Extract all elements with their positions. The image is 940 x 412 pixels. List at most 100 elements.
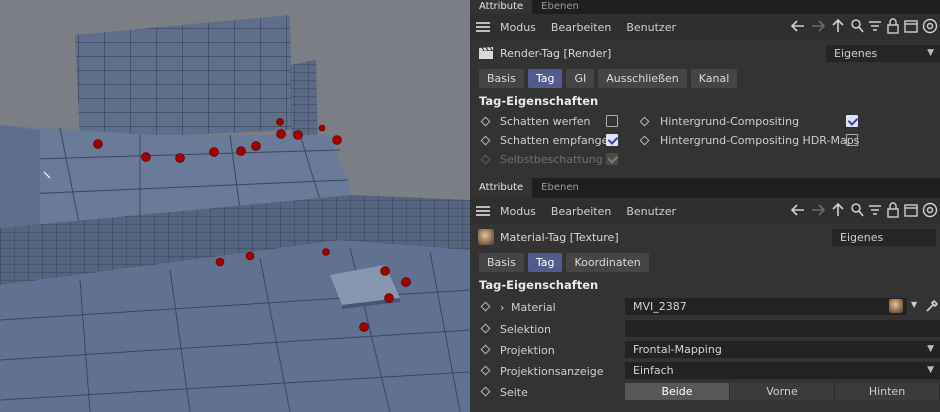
label-schatten-werfen: Schatten werfen	[500, 115, 591, 128]
render-tag-panel: Attribute Ebenen Modus Bearbeiten Benutz…	[470, 0, 940, 178]
checkbox-schatten-empfangen[interactable]	[606, 134, 618, 146]
panel-tabbar: Attribute Ebenen	[470, 178, 940, 198]
menu-benutzer[interactable]: Benutzer	[626, 21, 676, 34]
hamburger-icon[interactable]	[476, 22, 490, 32]
label-projektionsanzeige: Projektionsanzeige	[500, 365, 604, 378]
arrow-up-icon[interactable]	[830, 18, 846, 34]
chevron-down-icon: ▼	[927, 365, 934, 375]
arrow-left-icon[interactable]	[790, 202, 806, 218]
material-value: MVI_2387	[633, 300, 687, 313]
label-schatten-empfangen: Schatten empfangen	[500, 134, 616, 147]
mode-dropdown-value: Eigenes	[834, 47, 878, 60]
mode-dropdown[interactable]: Eigenes	[832, 229, 936, 246]
menu-modus[interactable]: Modus	[500, 21, 536, 34]
target-icon[interactable]	[922, 202, 938, 218]
label-material: Material	[511, 301, 556, 314]
seite-option-vorne[interactable]: Vorne	[730, 383, 835, 400]
checkbox-hintergrund-compositing[interactable]	[846, 115, 858, 127]
section-title: Tag-Eigenschaften	[479, 278, 599, 292]
filter-icon[interactable]	[868, 202, 882, 218]
menu-modus[interactable]: Modus	[500, 205, 536, 218]
subtab-kanal[interactable]: Kanal	[690, 68, 738, 88]
prop-row-seite: Seite Beide Vorne Hinten	[470, 381, 940, 402]
subtab-koordinaten[interactable]: Koordinaten	[566, 252, 649, 272]
arrow-right-icon[interactable]	[810, 202, 826, 218]
seite-segmented-control: Beide Vorne Hinten	[625, 383, 940, 400]
mode-dropdown-value: Eigenes	[840, 231, 884, 244]
keyframe-diamond-icon[interactable]	[639, 116, 650, 127]
3d-viewport[interactable]	[0, 0, 470, 412]
expand-arrow-icon[interactable]: ›	[500, 301, 504, 314]
target-icon[interactable]	[922, 18, 938, 34]
label-hintergrund-compositing: Hintergrund-Compositing	[660, 115, 800, 128]
object-row: Render-Tag [Render] Eigenes ▼	[470, 40, 940, 66]
menubar: Modus Bearbeiten Benutzer	[470, 14, 940, 40]
filter-icon[interactable]	[868, 18, 882, 34]
subtab-basis[interactable]: Basis	[479, 68, 524, 88]
tab-attribute[interactable]: Attribute	[470, 178, 533, 198]
search-icon[interactable]	[850, 18, 864, 34]
subtab-ausschliessen[interactable]: Ausschließen	[598, 68, 687, 88]
object-title: Material-Tag [Texture]	[500, 230, 619, 244]
seite-option-hinten[interactable]: Hinten	[835, 383, 940, 400]
arrow-left-icon[interactable]	[790, 18, 806, 34]
selektion-input[interactable]	[625, 320, 940, 337]
clapperboard-icon	[479, 46, 494, 59]
new-panel-icon[interactable]	[904, 18, 918, 34]
attribute-subtabs: Basis Tag GI Ausschließen Kanal	[470, 66, 940, 90]
menu-bearbeiten[interactable]: Bearbeiten	[551, 205, 611, 218]
menu-bearbeiten[interactable]: Bearbeiten	[551, 21, 611, 34]
object-row: Material-Tag [Texture] Eigenes	[470, 224, 940, 250]
eyedropper-icon[interactable]	[924, 298, 940, 314]
keyframe-diamond-icon[interactable]	[639, 135, 650, 146]
subtab-tag[interactable]: Tag	[527, 68, 563, 88]
subtab-tag[interactable]: Tag	[527, 252, 563, 272]
prop-row-material: › Material MVI_2387 ▼	[470, 296, 940, 318]
tab-ebenen[interactable]: Ebenen	[532, 0, 588, 14]
arrow-right-icon[interactable]	[810, 18, 826, 34]
subtab-basis[interactable]: Basis	[479, 252, 524, 272]
projektion-dropdown[interactable]: Frontal-Mapping ▼	[625, 341, 940, 358]
label-selbstbeschattung: Selbstbeschattung	[500, 153, 603, 166]
menu-benutzer[interactable]: Benutzer	[626, 205, 676, 218]
chevron-down-icon: ▼	[927, 344, 934, 354]
keyframe-diamond-icon[interactable]	[480, 135, 491, 146]
tab-attribute[interactable]: Attribute	[470, 0, 533, 14]
chevron-down-icon[interactable]: ▼	[911, 300, 917, 309]
lock-icon[interactable]	[886, 202, 900, 218]
label-projektion: Projektion	[500, 344, 555, 357]
material-link-field[interactable]: MVI_2387	[625, 298, 907, 315]
checkbox-schatten-werfen[interactable]	[606, 115, 618, 127]
new-panel-icon[interactable]	[904, 202, 918, 218]
panel-tabbar: Attribute Ebenen	[470, 0, 940, 14]
material-tag-panel: Attribute Ebenen Modus Bearbeiten Benutz…	[470, 178, 940, 412]
search-icon[interactable]	[850, 202, 864, 218]
keyframe-diamond-icon[interactable]	[480, 301, 491, 312]
keyframe-diamond-icon[interactable]	[480, 344, 491, 355]
label-seite: Seite	[500, 386, 528, 399]
mode-dropdown[interactable]: Eigenes ▼	[826, 45, 940, 62]
projektionsanzeige-dropdown[interactable]: Einfach ▼	[625, 362, 940, 379]
projektion-value: Frontal-Mapping	[633, 343, 722, 356]
tab-ebenen[interactable]: Ebenen	[532, 178, 588, 198]
keyframe-diamond-icon[interactable]	[480, 365, 491, 376]
prop-row-empfangen: Schatten empfangen Hintergrund-Compositi…	[470, 131, 940, 150]
hamburger-icon[interactable]	[476, 206, 490, 216]
prop-row-projektionsanzeige: Projektionsanzeige Einfach ▼	[470, 360, 940, 381]
viewport-scene	[0, 0, 470, 412]
checkbox-hintergrund-hdr[interactable]	[846, 134, 858, 146]
prop-row-selektion: Selektion	[470, 318, 940, 339]
keyframe-diamond-icon[interactable]	[480, 323, 491, 334]
arrow-up-icon[interactable]	[830, 202, 846, 218]
seite-option-beide[interactable]: Beide	[625, 383, 730, 400]
projektionsanzeige-value: Einfach	[633, 364, 674, 377]
prop-row-projektion: Projektion Frontal-Mapping ▼	[470, 339, 940, 360]
lock-icon[interactable]	[886, 18, 900, 34]
keyframe-diamond-icon[interactable]	[480, 116, 491, 127]
checkbox-selbstbeschattung	[606, 153, 618, 165]
subtab-gi[interactable]: GI	[566, 68, 595, 88]
prop-row-selbst: Selbstbeschattung	[470, 150, 940, 169]
attribute-subtabs: Basis Tag Koordinaten	[470, 250, 940, 274]
label-selektion: Selektion	[500, 323, 552, 336]
keyframe-diamond-icon[interactable]	[480, 386, 491, 397]
